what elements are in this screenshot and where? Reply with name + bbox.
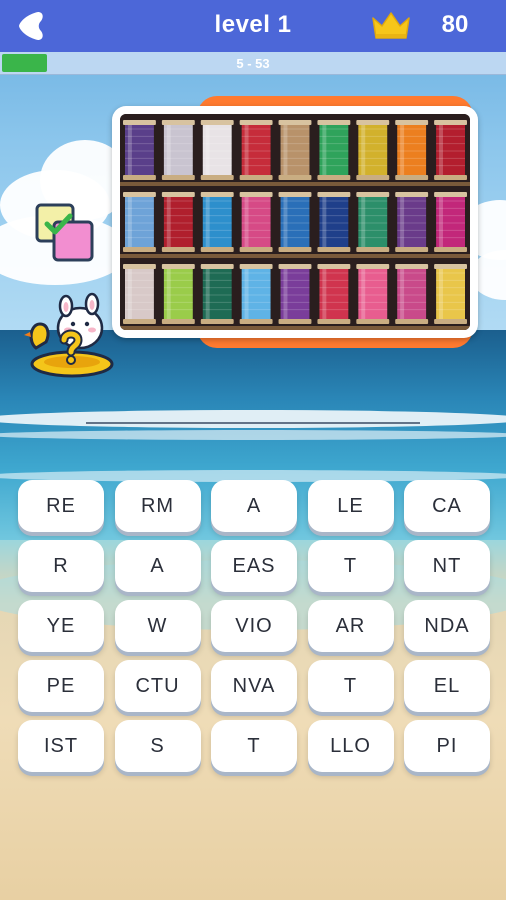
shelf bbox=[120, 326, 470, 330]
letter-tile[interactable]: PI bbox=[404, 720, 490, 772]
letter-tile[interactable]: T bbox=[307, 540, 394, 592]
letter-tile[interactable]: A bbox=[114, 540, 201, 592]
thread-spool bbox=[123, 120, 156, 180]
letter-tile[interactable]: A bbox=[211, 480, 297, 532]
letter-tile[interactable]: S bbox=[114, 720, 201, 772]
top-bar: level 1 80 bbox=[0, 0, 506, 52]
thread-spool bbox=[434, 264, 467, 324]
thread-spool bbox=[395, 120, 429, 180]
letter-tile[interactable]: EL bbox=[404, 660, 490, 712]
letter-tile[interactable]: NVA bbox=[211, 660, 297, 712]
thread-spool bbox=[161, 264, 195, 324]
letter-tile[interactable]: RM bbox=[114, 480, 201, 532]
letter-tile[interactable]: PE bbox=[18, 660, 104, 712]
letter-tile[interactable]: NT bbox=[404, 540, 490, 592]
wave bbox=[0, 430, 506, 440]
letter-tile[interactable]: YE bbox=[18, 600, 104, 652]
thread-spools-image bbox=[120, 114, 470, 330]
thread-spool bbox=[200, 264, 234, 324]
thread-spool bbox=[395, 192, 429, 252]
thread-spool bbox=[317, 264, 351, 324]
thread-spool bbox=[278, 192, 312, 252]
thread-spool bbox=[278, 120, 312, 180]
thread-spool bbox=[434, 120, 467, 180]
thread-spool bbox=[161, 120, 195, 180]
letter-tile-grid: RE RM A LE CA R A EAS T NT YE W VIO AR NDA PE CTU NVA T EL I… bbox=[18, 480, 490, 772]
letter-tile[interactable]: CA bbox=[404, 480, 490, 532]
thread-spool bbox=[200, 120, 234, 180]
letter-tile[interactable]: LLO bbox=[307, 720, 394, 772]
coin-count: 80 bbox=[441, 11, 469, 38]
question-mascot-icon[interactable] bbox=[22, 292, 114, 380]
thread-spool bbox=[239, 192, 273, 252]
thread-spool bbox=[317, 120, 351, 180]
letter-tile[interactable]: CTU bbox=[114, 660, 201, 712]
letter-tile[interactable]: T bbox=[307, 660, 394, 712]
thread-spool bbox=[239, 264, 273, 324]
letter-tile[interactable]: NDA bbox=[404, 600, 490, 652]
thread-spool bbox=[239, 120, 273, 180]
spools-illustration bbox=[120, 114, 470, 330]
thread-spool bbox=[161, 192, 195, 252]
crown-icon bbox=[372, 12, 410, 39]
thread-spool bbox=[278, 264, 312, 324]
wave bbox=[0, 410, 506, 428]
letter-tile[interactable]: T bbox=[211, 720, 297, 772]
thread-spool bbox=[434, 192, 467, 252]
letter-tile[interactable]: EAS bbox=[211, 540, 297, 592]
thread-spool bbox=[123, 192, 156, 252]
letter-tile[interactable]: VIO bbox=[211, 600, 297, 652]
thread-spool bbox=[356, 120, 390, 180]
letter-tile[interactable]: W bbox=[114, 600, 201, 652]
image-card bbox=[112, 106, 478, 338]
thread-spool bbox=[356, 192, 390, 252]
letter-tile[interactable]: R bbox=[18, 540, 104, 592]
letter-tile[interactable]: RE bbox=[18, 480, 104, 532]
letter-tile[interactable]: AR bbox=[307, 600, 394, 652]
progress-text: 5 - 53 bbox=[236, 56, 270, 71]
shelf bbox=[120, 182, 470, 186]
letter-tile[interactable]: IST bbox=[18, 720, 104, 772]
thread-spool bbox=[356, 264, 390, 324]
thread-spool bbox=[123, 264, 156, 324]
letter-tile[interactable]: LE bbox=[307, 480, 394, 532]
check-squares-icon[interactable] bbox=[34, 202, 96, 264]
thread-spool bbox=[395, 264, 429, 324]
level-progress-bar: 5 - 53 bbox=[0, 52, 506, 75]
thread-spool bbox=[317, 192, 351, 252]
thread-spool bbox=[200, 192, 234, 252]
answer-line bbox=[86, 422, 420, 424]
shelf bbox=[120, 254, 470, 258]
